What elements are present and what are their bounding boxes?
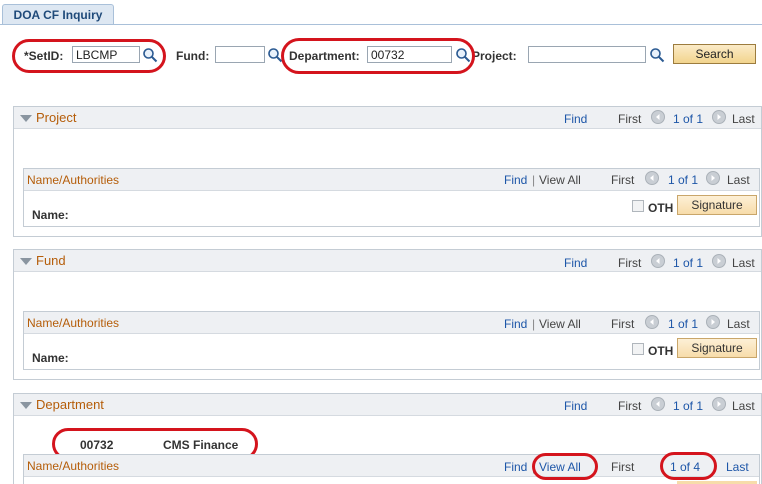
highlight-oval-setid (12, 39, 166, 73)
fund-panel-title: Fund (36, 253, 66, 268)
highlight-oval-count (660, 452, 717, 480)
fund-first-label[interactable]: First (618, 256, 641, 270)
department-authorities-last[interactable]: Last (726, 460, 749, 474)
project-authorities-last[interactable]: Last (727, 173, 750, 187)
fund-authorities-first[interactable]: First (611, 317, 634, 331)
project-authorities-find-link[interactable]: Find (504, 173, 527, 187)
project-next-icon[interactable] (712, 110, 726, 124)
project-prev-icon[interactable] (651, 110, 665, 124)
project-panel-title: Project (36, 110, 77, 125)
department-first-label[interactable]: First (618, 399, 641, 413)
highlight-oval-view-all (532, 453, 598, 480)
fund-next-icon[interactable] (712, 254, 726, 268)
department-authorities-subpanel (23, 454, 760, 484)
department-panel-title: Department (36, 397, 104, 412)
project-authorities-prev-icon[interactable] (645, 171, 659, 185)
fund-authorities-count: 1 of 1 (668, 317, 699, 331)
project-lookup-icon[interactable] (649, 47, 665, 63)
search-button[interactable]: Search (673, 44, 756, 64)
project-count: 1 of 1 (673, 112, 704, 126)
fund-authorities-find-link[interactable]: Find (504, 317, 527, 331)
fund-signature-button[interactable]: Signature (677, 338, 757, 358)
department-find-link[interactable]: Find (564, 399, 587, 413)
department-last-label[interactable]: Last (732, 399, 755, 413)
project-panel-header (14, 107, 761, 129)
fund-authorities-last[interactable]: Last (727, 317, 750, 331)
collapse-triangle-icon[interactable] (20, 115, 32, 122)
tab-doa-cf-inquiry[interactable]: DOA CF Inquiry (2, 4, 114, 25)
fund-name-label: Name: (32, 351, 69, 365)
fund-last-label[interactable]: Last (732, 256, 755, 270)
department-next-icon[interactable] (712, 397, 726, 411)
project-last-label[interactable]: Last (732, 112, 755, 126)
department-prev-icon[interactable] (651, 397, 665, 411)
fund-find-link[interactable]: Find (564, 256, 587, 270)
department-authorities-title: Name/Authorities (27, 459, 120, 473)
project-oth-checkbox[interactable] (632, 200, 644, 212)
highlight-oval-department (281, 38, 475, 74)
department-count: 1 of 1 (673, 399, 704, 413)
project-oth-label: OTH (648, 201, 674, 215)
project-label: Project: (472, 49, 517, 63)
fund-panel-header (14, 250, 761, 272)
fund-oth-checkbox[interactable] (632, 343, 644, 355)
project-input[interactable] (528, 46, 646, 63)
fund-label: Fund: (176, 49, 210, 63)
tab-divider (0, 24, 762, 25)
project-first-label[interactable]: First (618, 112, 641, 126)
fund-authorities-next-icon[interactable] (706, 315, 720, 329)
project-authorities-title: Name/Authorities (27, 173, 120, 187)
project-signature-button[interactable]: Signature (677, 195, 757, 215)
department-authorities-first[interactable]: First (611, 460, 634, 474)
project-authorities-next-icon[interactable] (706, 171, 720, 185)
collapse-triangle-icon[interactable] (20, 258, 32, 265)
fund-authorities-view-all[interactable]: View All (539, 317, 581, 331)
fund-input[interactable] (215, 46, 265, 63)
fund-oth-label: OTH (648, 344, 674, 358)
fund-authorities-title: Name/Authorities (27, 316, 120, 330)
collapse-triangle-icon[interactable] (20, 402, 32, 409)
project-authorities-first[interactable]: First (611, 173, 634, 187)
separator: | (532, 317, 536, 331)
project-find-link[interactable]: Find (564, 112, 587, 126)
project-name-label: Name: (32, 208, 69, 222)
department-authorities-find-link[interactable]: Find (504, 460, 527, 474)
fund-authorities-prev-icon[interactable] (645, 315, 659, 329)
department-panel-header (14, 394, 761, 416)
separator: | (532, 173, 536, 187)
project-authorities-count: 1 of 1 (668, 173, 699, 187)
fund-prev-icon[interactable] (651, 254, 665, 268)
department-authorities-header (24, 455, 759, 477)
fund-count: 1 of 1 (673, 256, 704, 270)
project-authorities-view-all[interactable]: View All (539, 173, 581, 187)
